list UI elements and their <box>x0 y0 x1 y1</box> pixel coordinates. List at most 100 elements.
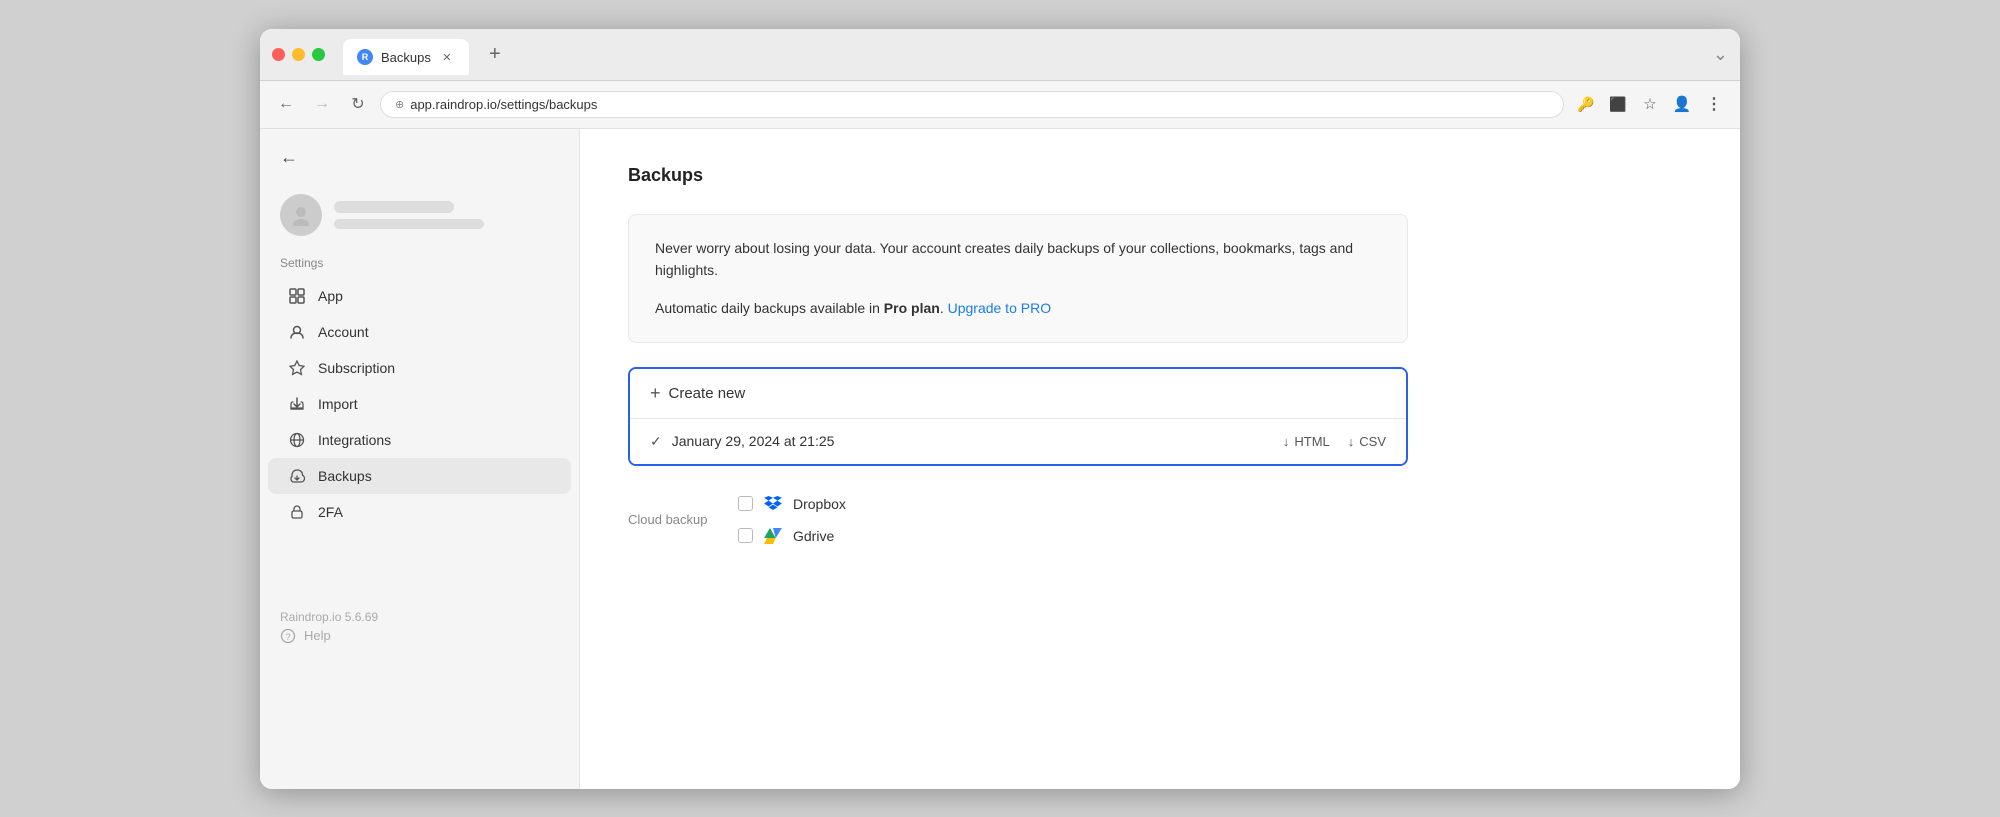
info-box: Never worry about losing your data. Your… <box>628 214 1408 343</box>
account-icon <box>288 323 306 341</box>
cloud-backup-label: Cloud backup <box>628 512 718 527</box>
cloud-backup-section: Cloud backup <box>628 494 1408 546</box>
sidebar-import-label: Import <box>318 396 358 412</box>
sidebar-2fa-label: 2FA <box>318 504 343 520</box>
info-text-suffix: . <box>940 300 944 316</box>
sidebar: ← Settings <box>260 129 580 789</box>
2fa-icon <box>288 503 306 521</box>
download-html-arrow: ↓ <box>1283 434 1290 449</box>
minimize-button[interactable] <box>292 48 305 61</box>
maximize-button[interactable] <box>312 48 325 61</box>
backups-panel: + Create new ✓ January 29, 2024 at 21:25… <box>628 367 1408 466</box>
backup-item-left: ✓ January 29, 2024 at 21:25 <box>650 433 834 450</box>
back-button[interactable]: ← <box>272 90 300 118</box>
refresh-icon: ↻ <box>351 94 364 114</box>
more-icon: ⋮ <box>1706 94 1722 114</box>
profile-button[interactable]: 👤 <box>1668 90 1696 118</box>
cast-button[interactable]: ⬛ <box>1604 90 1632 118</box>
browser-window: R Backups ✕ + ⌄ ← → ↻ ⊕ app.raindrop.io/… <box>260 29 1740 789</box>
close-button[interactable] <box>272 48 285 61</box>
backup-item: ✓ January 29, 2024 at 21:25 ↓ HTML ↓ CSV <box>630 419 1406 464</box>
tab-label: Backups <box>381 50 431 65</box>
bookmark-button[interactable]: ☆ <box>1636 90 1664 118</box>
user-email <box>334 219 484 229</box>
sidebar-item-subscription[interactable]: Subscription <box>268 350 571 386</box>
sidebar-backups-label: Backups <box>318 468 372 484</box>
integrations-icon <box>288 431 306 449</box>
plus-icon: + <box>650 383 661 404</box>
user-section <box>260 182 579 256</box>
forward-arrow-icon: → <box>314 95 330 113</box>
backups-icon <box>288 467 306 485</box>
version-label: Raindrop.io 5.6.69 <box>280 610 559 624</box>
address-bar: ← → ↻ ⊕ app.raindrop.io/settings/backups… <box>260 81 1740 129</box>
sidebar-item-app[interactable]: App <box>268 278 571 314</box>
create-new-label: Create new <box>669 385 746 402</box>
subscription-icon <box>288 359 306 377</box>
menu-button[interactable]: ⋮ <box>1700 90 1728 118</box>
dropbox-label: Dropbox <box>793 496 846 512</box>
sidebar-item-import[interactable]: Import <box>268 386 571 422</box>
new-tab-button[interactable]: + <box>481 40 509 68</box>
sidebar-subscription-label: Subscription <box>318 360 395 376</box>
back-icon: ← <box>280 147 298 168</box>
main-content: ← Settings <box>260 129 1740 789</box>
content-area: Backups Never worry about losing your da… <box>580 129 1740 789</box>
gdrive-option[interactable]: Gdrive <box>738 526 846 546</box>
sidebar-item-integrations[interactable]: Integrations <box>268 422 571 458</box>
info-text-2: Automatic daily backups available in Pro… <box>655 297 1381 319</box>
title-bar: R Backups ✕ + ⌄ <box>260 29 1740 81</box>
tab-close-button[interactable]: ✕ <box>439 49 455 65</box>
gdrive-checkbox[interactable] <box>738 528 753 543</box>
help-item[interactable]: ? Help <box>280 628 559 644</box>
help-label: Help <box>304 628 331 643</box>
sidebar-bottom: Raindrop.io 5.6.69 ? Help <box>260 590 579 664</box>
url-bar[interactable]: ⊕ app.raindrop.io/settings/backups <box>380 91 1564 118</box>
backup-item-right: ↓ HTML ↓ CSV <box>1283 434 1386 449</box>
profile-icon: 👤 <box>1673 95 1692 113</box>
sidebar-back-button[interactable]: ← <box>260 147 318 182</box>
user-info <box>334 201 559 229</box>
info-text-prefix: Automatic daily backups available in <box>655 300 884 316</box>
download-html-link[interactable]: ↓ HTML <box>1283 434 1330 449</box>
security-icon: ⊕ <box>395 98 404 111</box>
cast-icon: ⬛ <box>1609 96 1626 113</box>
toolbar-icons: 🔑 ⬛ ☆ 👤 ⋮ <box>1572 90 1728 118</box>
refresh-button[interactable]: ↻ <box>344 90 372 118</box>
key-icon: 🔑 <box>1577 96 1594 113</box>
url-text: app.raindrop.io/settings/backups <box>410 97 597 112</box>
sidebar-account-label: Account <box>318 324 369 340</box>
sidebar-item-account[interactable]: Account <box>268 314 571 350</box>
gdrive-icon <box>763 526 783 546</box>
user-name <box>334 201 454 213</box>
sidebar-app-label: App <box>318 288 343 304</box>
browser-tab[interactable]: R Backups ✕ <box>343 39 469 75</box>
page-title: Backups <box>628 165 1692 186</box>
cloud-options: Dropbox Gdr <box>738 494 846 546</box>
dropbox-icon <box>763 494 783 514</box>
info-text-1: Never worry about losing your data. Your… <box>655 237 1381 282</box>
html-label: HTML <box>1294 434 1329 449</box>
create-new-button[interactable]: + Create new <box>630 369 1406 419</box>
forward-button[interactable]: → <box>308 90 336 118</box>
dropbox-checkbox[interactable] <box>738 496 753 511</box>
sidebar-integrations-label: Integrations <box>318 432 391 448</box>
import-icon <box>288 395 306 413</box>
upgrade-to-pro-link[interactable]: Upgrade to PRO <box>948 300 1052 316</box>
sidebar-item-backups[interactable]: Backups <box>268 458 571 494</box>
dropbox-option[interactable]: Dropbox <box>738 494 846 514</box>
checkmark-icon: ✓ <box>650 433 662 450</box>
chevron-down-icon[interactable]: ⌄ <box>1713 44 1728 65</box>
backup-date: January 29, 2024 at 21:25 <box>672 433 835 449</box>
sidebar-item-2fa[interactable]: 2FA <box>268 494 571 530</box>
cloud-backup-row: Cloud backup <box>628 494 1408 546</box>
download-csv-link[interactable]: ↓ CSV <box>1348 434 1386 449</box>
svg-text:?: ? <box>286 632 291 642</box>
settings-section-label: Settings <box>260 256 579 278</box>
password-manager-button[interactable]: 🔑 <box>1572 90 1600 118</box>
gdrive-label: Gdrive <box>793 528 834 544</box>
window-controls <box>272 48 325 61</box>
back-arrow-icon: ← <box>278 95 294 113</box>
app-icon <box>288 287 306 305</box>
pro-plan-label: Pro plan <box>884 300 940 316</box>
